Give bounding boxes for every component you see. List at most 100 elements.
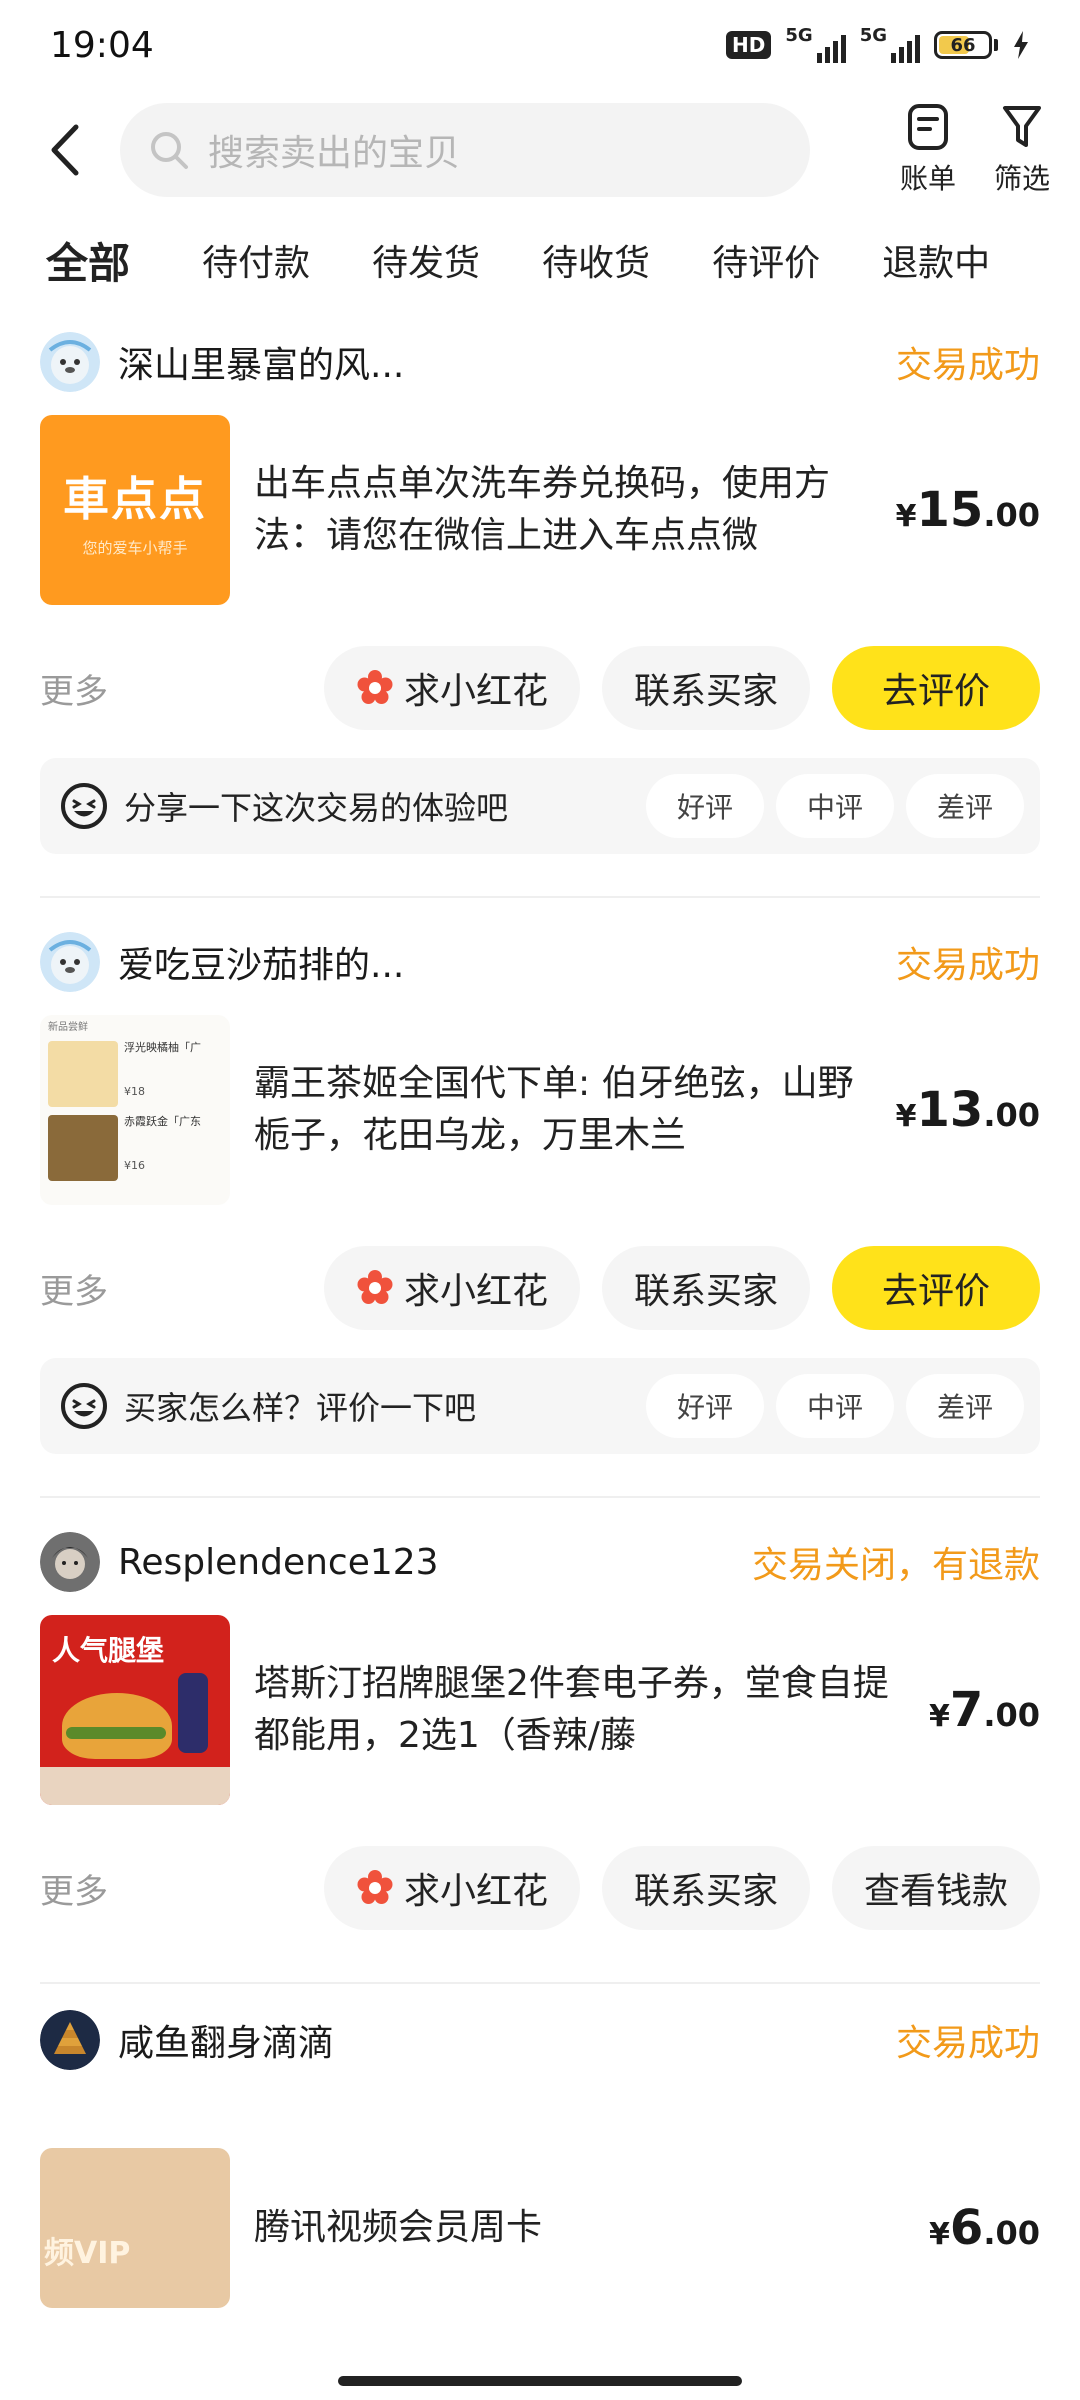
network-type-1: 5G (785, 25, 813, 46)
home-indicator[interactable] (338, 2376, 742, 2386)
tab-refunding[interactable]: 退款中 (882, 234, 990, 286)
item-title: 塔斯汀招牌腿堡2件套电子券，堂食自提都能用，2选1（香辣/藤 (254, 1663, 889, 1756)
item-thumbnail[interactable]: 新品尝鲜 浮光映橘柚「广 ¥18 赤霞跃金「广东 ¥16 (40, 1015, 230, 1205)
order-tabs: 全部 待付款 待发货 待收货 待评价 退款中 (0, 210, 1080, 310)
item-thumbnail[interactable]: 車点点 您的爱车小帮手 (40, 415, 230, 605)
ask-flower-button[interactable]: 求小红花 (323, 1246, 580, 1330)
divider (40, 1982, 1040, 1984)
item-thumbnail[interactable]: 频VIP (40, 2148, 230, 2308)
avatar[interactable] (40, 332, 100, 392)
item-thumbnail[interactable]: 人气腿堡 (40, 1615, 230, 1805)
ask-flower-button[interactable]: 求小红花 (323, 1846, 580, 1930)
bill-icon (907, 104, 948, 150)
buyer-name[interactable]: Resplendence123 (118, 1542, 439, 1583)
divider (40, 1496, 1040, 1498)
item-price: ¥13.00 (896, 1082, 1040, 1138)
flower-icon (357, 1870, 393, 1904)
price-integer: 13 (916, 1082, 984, 1138)
rate-bad-button[interactable]: 差评 (906, 774, 1024, 838)
avatar[interactable] (40, 932, 100, 992)
avatar[interactable] (40, 1532, 100, 1592)
more-button[interactable]: 更多 (40, 1264, 108, 1313)
feedback-prompt: 分享一下这次交易的体验吧 (124, 789, 509, 827)
price-currency: ¥ (929, 1699, 950, 1734)
review-button[interactable]: 去评价 (831, 646, 1040, 730)
price-decimal: .00 (983, 1696, 1040, 1734)
contact-buyer-button[interactable]: 联系买家 (601, 1246, 810, 1330)
flower-icon (357, 670, 393, 704)
rate-good-button[interactable]: 好评 (646, 774, 764, 838)
thumbnail-product-1: 浮光映橘柚「广 (124, 1041, 201, 1054)
rate-bad-button[interactable]: 差评 (906, 1374, 1024, 1438)
item-row[interactable]: 频VIP 腾讯视频会员周卡 ¥6.00 (40, 2130, 1040, 2326)
buyer-name[interactable]: 深山里暴富的风... (118, 336, 404, 388)
order-card[interactable]: Resplendence123 交易关闭，有退款 人气腿堡 塔斯汀招牌腿堡2件套… (0, 1512, 1080, 1930)
thumbnail-product-2: 赤霞跃金「广东 (124, 1115, 201, 1128)
item-row[interactable]: 人气腿堡 塔斯汀招牌腿堡2件套电子券，堂食自提都能用，2选1（香辣/藤 ¥7.0… (40, 1612, 1040, 1808)
thumbnail-logo-text: 車点点 (63, 471, 207, 526)
filter-button[interactable]: 筛选 (994, 103, 1050, 197)
price-integer: 6 (949, 2200, 984, 2256)
ask-flower-label: 求小红花 (403, 1271, 548, 1312)
order-card[interactable]: 深山里暴富的风... 交易成功 車点点 您的爱车小帮手 出车点点单次洗车券兑换码… (0, 312, 1080, 854)
more-button[interactable]: 更多 (40, 664, 108, 713)
rate-neutral-button[interactable]: 中评 (776, 774, 894, 838)
bill-label: 账单 (899, 162, 956, 195)
order-status: 交易成功 (895, 345, 1040, 386)
item-title: 腾讯视频会员周卡 (254, 2207, 543, 2248)
tab-pending-shipment[interactable]: 待发货 (372, 234, 480, 286)
thumbnail-price-1: ¥18 (124, 1085, 145, 1098)
search-input[interactable]: 搜索卖出的宝贝 (120, 103, 810, 197)
top-nav: 搜索卖出的宝贝 账单 筛选 (0, 90, 1080, 210)
status-bar: 19:04 HD 5G 5G 66 (0, 0, 1080, 90)
more-button[interactable]: 更多 (40, 1864, 108, 1913)
divider (40, 896, 1040, 898)
ask-flower-button[interactable]: 求小红花 (323, 646, 580, 730)
rate-neutral-button[interactable]: 中评 (776, 1374, 894, 1438)
item-row[interactable]: 車点点 您的爱车小帮手 出车点点单次洗车券兑换码，使用方法：请您在微信上进入车点… (40, 412, 1040, 608)
laughing-face-icon (61, 1383, 107, 1429)
review-button[interactable]: 去评价 (831, 1246, 1040, 1330)
chevron-left-icon (51, 124, 79, 176)
order-status: 交易成功 (895, 945, 1040, 986)
thumbnail-vip-text: 频VIP (44, 2236, 131, 2271)
contact-buyer-button[interactable]: 联系买家 (601, 646, 810, 730)
avatar[interactable] (40, 2010, 100, 2070)
item-price: ¥7.00 (929, 1682, 1040, 1738)
feedback-prompt: 买家怎么样？评价一下吧 (124, 1389, 477, 1427)
order-card[interactable]: 咸鱼翻身滴滴 交易成功 频VIP 腾讯视频会员周卡 ¥6.00 (0, 1988, 1080, 2326)
hd-badge: HD (726, 31, 772, 59)
price-integer: 7 (949, 1682, 984, 1738)
signal-bars-icon (816, 33, 846, 63)
filter-label: 筛选 (993, 162, 1050, 195)
ask-flower-label: 求小红花 (403, 671, 548, 712)
order-header: 咸鱼翻身滴滴 交易成功 (40, 1988, 1040, 2092)
price-decimal: .00 (983, 496, 1040, 534)
tab-pending-payment[interactable]: 待付款 (202, 234, 310, 286)
thumbnail-tag: 新品尝鲜 (48, 1022, 88, 1033)
back-button[interactable] (40, 120, 90, 180)
search-placeholder: 搜索卖出的宝贝 (208, 133, 461, 174)
view-payment-button[interactable]: 查看钱款 (831, 1846, 1040, 1930)
filter-icon (1002, 106, 1041, 147)
rate-good-button[interactable]: 好评 (646, 1374, 764, 1438)
contact-buyer-button[interactable]: 联系买家 (601, 1846, 810, 1930)
order-header: 深山里暴富的风... 交易成功 (40, 312, 1040, 412)
charging-bolt-icon (1014, 31, 1028, 59)
buyer-name[interactable]: 咸鱼翻身滴滴 (118, 2014, 334, 2066)
search-icon (151, 132, 188, 169)
status-time: 19:04 (50, 24, 154, 66)
status-indicators: HD 5G 5G 66 (726, 27, 1030, 63)
item-title: 出车点点单次洗车券兑换码，使用方法：请您在微信上进入车点点微 (254, 463, 831, 556)
buyer-name[interactable]: 爱吃豆沙茄排的... (118, 936, 404, 988)
action-row: 更多 求小红花 联系买家 去评价 (40, 1246, 1040, 1330)
tab-all[interactable]: 全部 (41, 230, 135, 291)
order-header: Resplendence123 交易关闭，有退款 (40, 1512, 1040, 1612)
item-row[interactable]: 新品尝鲜 浮光映橘柚「广 ¥18 赤霞跃金「广东 ¥16 霸王茶姬全国代下单: … (40, 1012, 1040, 1208)
order-status: 交易成功 (895, 2023, 1040, 2064)
order-card[interactable]: 爱吃豆沙茄排的... 交易成功 新品尝鲜 浮光映橘柚「广 ¥18 赤霞跃金「广东… (0, 912, 1080, 1454)
tab-pending-receipt[interactable]: 待收货 (542, 234, 650, 286)
network-type-2: 5G (859, 25, 887, 46)
bill-button[interactable]: 账单 (900, 103, 956, 197)
tab-pending-review[interactable]: 待评价 (712, 234, 820, 286)
